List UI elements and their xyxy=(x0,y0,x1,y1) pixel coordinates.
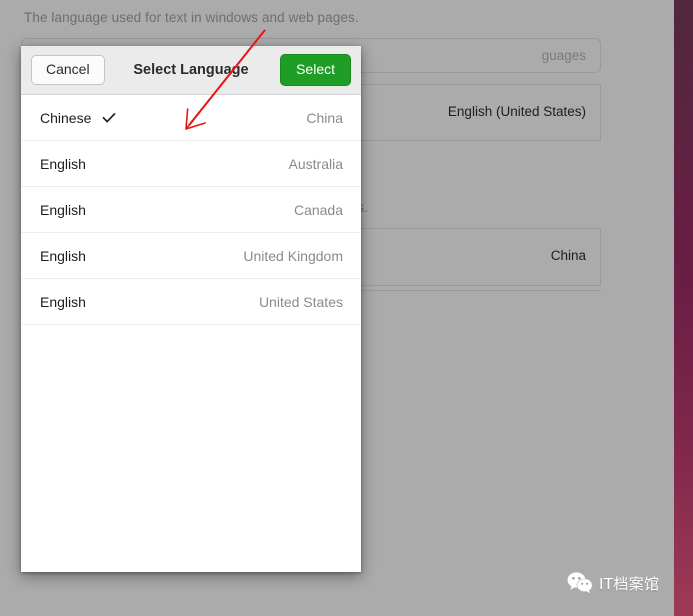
language-row[interactable]: English United Kingdom xyxy=(21,233,361,279)
cancel-button[interactable]: Cancel xyxy=(31,54,105,86)
watermark-label: IT档案馆 xyxy=(599,574,660,593)
dialog-header: Cancel Select Language Select xyxy=(21,46,361,95)
language-row[interactable]: English United States xyxy=(21,279,361,325)
desktop-wallpaper-strip xyxy=(674,0,693,616)
language-name: English xyxy=(40,201,86,218)
language-name: English xyxy=(40,293,86,310)
language-region: Canada xyxy=(293,201,343,218)
watermark: IT档案馆 xyxy=(567,572,660,594)
language-row[interactable]: English Australia xyxy=(21,141,361,187)
language-name: Chinese xyxy=(40,109,92,126)
language-row[interactable]: Chinese China xyxy=(21,95,361,141)
language-region: United Kingdom xyxy=(243,247,343,264)
language-region: United States xyxy=(258,293,343,310)
language-name: English xyxy=(40,247,86,264)
language-description-text: The language used for text in windows an… xyxy=(24,10,359,25)
wechat-icon xyxy=(567,572,593,594)
select-button[interactable]: Select xyxy=(280,53,351,87)
language-list[interactable]: Chinese China English Australia English Canad… xyxy=(21,95,361,572)
background-search-entry-text: guages xyxy=(541,48,586,63)
language-name: English xyxy=(40,155,86,172)
language-region: Australia xyxy=(288,155,343,172)
language-region: China xyxy=(306,109,343,126)
check-icon xyxy=(101,110,117,126)
select-language-dialog: Cancel Select Language Select Chinese Chi… xyxy=(21,46,361,572)
language-row[interactable]: English Canada xyxy=(21,187,361,233)
background-region-row-value: China xyxy=(550,248,586,263)
background-language-row-value: English (United States) xyxy=(447,104,586,119)
